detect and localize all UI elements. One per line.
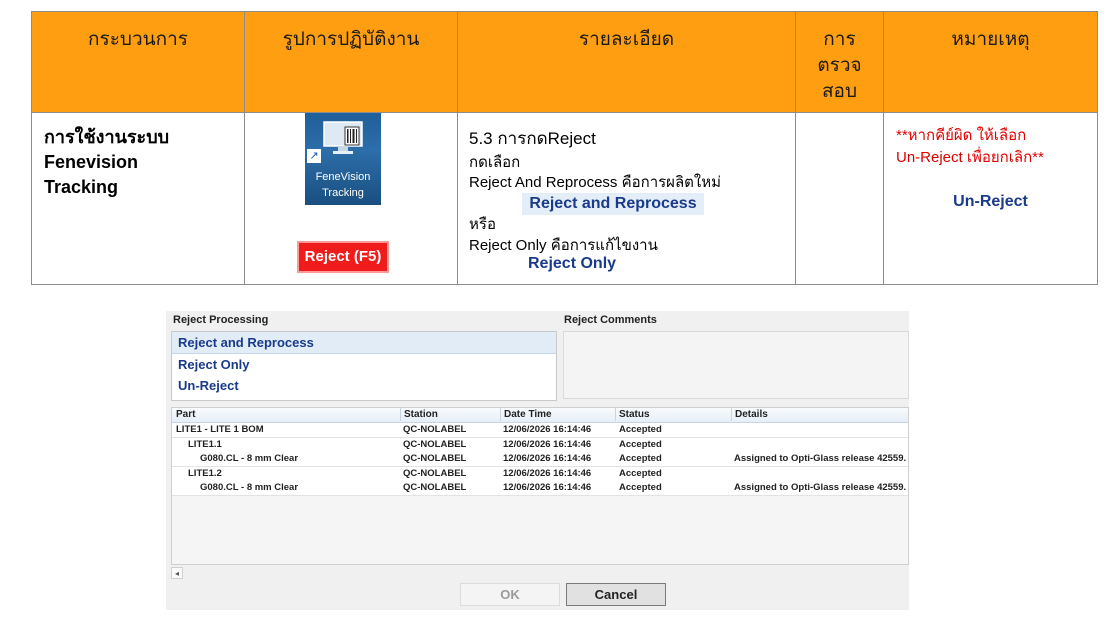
col-station[interactable]: Station (400, 408, 438, 421)
app-icon-label-2: Tracking (322, 187, 364, 199)
check-cell (795, 112, 884, 285)
cell-details: Assigned to Opti-Glass release 42559. (734, 453, 907, 465)
ok-button[interactable]: OK (460, 583, 560, 606)
note-line: **หากคีย์ผิด ให้เลือก (896, 127, 1027, 144)
note-text: **หากคีย์ผิด ให้เลือก Un-Reject เพื่อยกเ… (896, 125, 1044, 169)
cell-part: G080.CL - 8 mm Clear (200, 453, 299, 465)
reject-processing-list[interactable]: Reject and Reprocess Reject Only Un-Reje… (171, 331, 557, 401)
unreject-sample: Un-Reject (953, 193, 1028, 210)
shortcut-arrow-icon: ↗ (307, 149, 321, 163)
header-note: หมายเหตุ (883, 11, 1098, 113)
table-row[interactable]: G080.CL - 8 mm Clear QC-NOLABEL 12/06/2026… (172, 481, 908, 497)
cell-part: LITE1.2 (188, 467, 222, 479)
reject-only-sample: Reject Only (528, 255, 617, 272)
col-part[interactable]: Part (176, 409, 195, 420)
monitor-icon (323, 121, 363, 154)
cell-datetime: 12/06/2026 16:14:46 (503, 482, 592, 494)
parts-grid: Part Station Date Time Status Details LI… (171, 407, 909, 565)
table-row[interactable]: LITE1.1 QC-NOLABEL 12/06/2026 16:14:46 Acce… (172, 437, 908, 453)
cell-datetime: 12/06/2026 16:14:46 (503, 467, 592, 479)
option-reject-and-reprocess[interactable]: Reject and Reprocess (172, 332, 556, 354)
cell-station: QC-NOLABEL (403, 467, 467, 479)
col-datetime[interactable]: Date Time (500, 408, 552, 421)
cell-part: LITE1.1 (188, 438, 222, 450)
cell-datetime: 12/06/2026 16:14:46 (503, 438, 592, 450)
reject-processing-label: Reject Processing (173, 314, 269, 326)
cell-status: Accepted (619, 482, 662, 494)
col-details[interactable]: Details (731, 408, 768, 421)
cell-status: Accepted (619, 453, 662, 465)
option-reject-only[interactable]: Reject Only (172, 354, 556, 375)
cancel-button[interactable]: Cancel (566, 583, 666, 606)
cell-part: G080.CL - 8 mm Clear (200, 482, 299, 494)
option-un-reject[interactable]: Un-Reject (172, 375, 556, 396)
fenevision-app-icon: ↗ FeneVision Tracking (305, 113, 381, 205)
header-visual: รูปการปฏิบัติงาน (244, 11, 458, 113)
reject-comments-input[interactable] (563, 331, 909, 399)
table-row: การใช้งานระบบ Fenevision Tracking ↗ Fene… (31, 112, 1098, 285)
process-line: Tracking (44, 177, 119, 197)
detail-line: Reject Only คือการแก้ไขงาน (469, 237, 658, 254)
process-cell: การใช้งานระบบ Fenevision Tracking (31, 112, 245, 285)
col-status[interactable]: Status (615, 408, 650, 421)
reject-comments-label: Reject Comments (564, 314, 657, 326)
cell-status: Accepted (619, 424, 662, 435)
process-line: Fenevision (44, 152, 139, 172)
note-cell: **หากคีย์ผิด ให้เลือก Un-Reject เพื่อยกเ… (883, 112, 1098, 285)
cell-status: Accepted (619, 438, 662, 450)
cell-station: QC-NOLABEL (403, 438, 467, 450)
table-row[interactable]: G080.CL - 8 mm Clear QC-NOLABEL 12/06/2026… (172, 452, 908, 468)
app-icon-label-1: FeneVision (315, 171, 371, 183)
table-row[interactable]: LITE1.2 QC-NOLABEL 12/06/2026 16:14:46 Acce… (172, 466, 908, 482)
detail-title: 5.3 การกดReject (469, 129, 596, 148)
reject-dialog: Reject Processing Reject Comments Reject… (166, 311, 909, 610)
grid-header: Part Station Date Time Status Details (172, 408, 908, 423)
cell-details: Assigned to Opti-Glass release 42559. (734, 482, 907, 494)
reject-f5-button[interactable]: Reject (F5) (297, 241, 389, 273)
table-row[interactable]: LITE1 - LITE 1 BOM QC-NOLABEL 12/06/2026 1… (172, 423, 908, 438)
cell-datetime: 12/06/2026 16:14:46 (503, 453, 592, 465)
detail-cell: 5.3 การกดReject กดเลือก Reject And Repro… (457, 112, 796, 285)
reject-and-reprocess-sample: Reject and Reprocess (522, 193, 704, 215)
header-detail: รายละเอียด (457, 11, 796, 113)
detail-line: Reject And Reprocess คือการผลิตใหม่ (469, 174, 722, 191)
cell-station: QC-NOLABEL (403, 482, 467, 494)
procedure-table: กระบวนการ รูปการปฏิบัติงาน รายละเอียด กา… (31, 11, 1098, 285)
horizontal-scrollbar[interactable]: ◂ (171, 567, 909, 579)
note-line: Un-Reject เพื่อยกเลิก** (896, 149, 1044, 166)
header-process: กระบวนการ (31, 11, 245, 113)
scroll-left-icon[interactable]: ◂ (171, 567, 183, 579)
cell-station: QC-NOLABEL (403, 424, 467, 435)
header-check: การ ตรวจ สอบ (795, 11, 884, 113)
cell-status: Accepted (619, 467, 662, 479)
process-line: การใช้งานระบบ (44, 127, 170, 147)
cell-part: LITE1 - LITE 1 BOM (176, 424, 264, 435)
table-header-row: กระบวนการ รูปการปฏิบัติงาน รายละเอียด กา… (31, 11, 1098, 113)
cell-station: QC-NOLABEL (403, 453, 467, 465)
cell-datetime: 12/06/2026 16:14:46 (503, 424, 592, 435)
visual-cell: ↗ FeneVision Tracking Reject (F5) (244, 112, 458, 285)
